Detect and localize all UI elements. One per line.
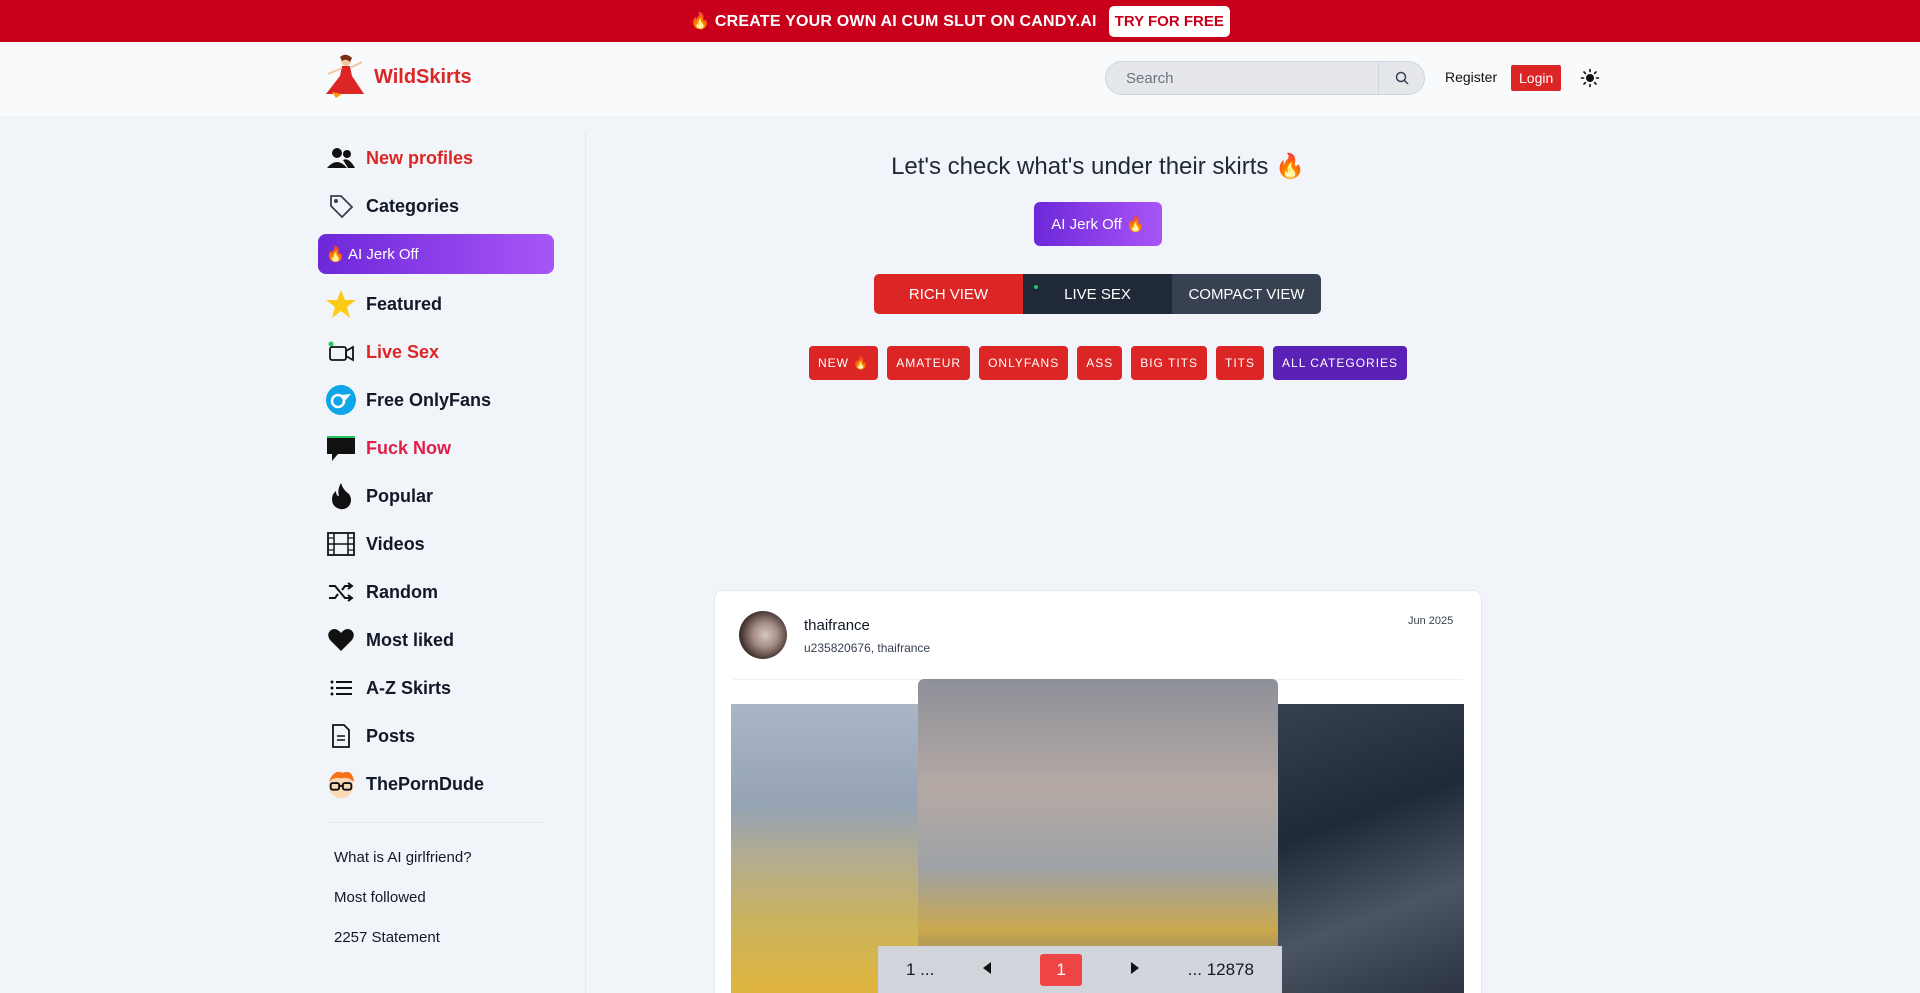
sidebar-item-label: ThePornDude [366,773,485,794]
page-headline: Let's check what's under their skirts 🔥 [891,153,1305,180]
sun-icon [1580,68,1600,88]
promo-banner[interactable]: 🔥 CREATE YOUR OWN AI CUM SLUT ON CANDY.A… [0,0,1920,42]
sidebar-item-posts[interactable]: Posts [318,712,554,760]
sidebar-item-fuck-now[interactable]: Fuck Now [318,424,554,472]
video-camera-icon [326,337,356,367]
heart-icon [326,625,356,655]
site-logo[interactable]: WildSkirts [322,54,472,100]
ai-jerk-off-button[interactable]: AI Jerk Off 🔥 [1034,202,1162,246]
register-link[interactable]: Register [1445,69,1497,85]
post-aliases: u235820676, thaifrance [804,641,931,655]
sidebar-item-label: Fuck Now [366,437,452,458]
flame-icon [326,481,356,511]
sidebar-item-label: Featured [366,293,443,314]
sidebar-item-featured[interactable]: Featured [318,280,554,328]
post-username[interactable]: thaifrance [804,617,870,634]
login-button[interactable]: Login [1511,65,1562,91]
promo-text[interactable]: 🔥 CREATE YOUR OWN AI CUM SLUT ON CANDY.A… [690,11,1097,31]
pagination-first[interactable]: 1 ... [906,960,934,980]
sidebar-item-theporndude[interactable]: ThePornDude [318,760,554,808]
sidebar-item-popular[interactable]: Popular [318,472,554,520]
sidebar-item-free-onlyfans[interactable]: Free OnlyFans [318,376,554,424]
category-tags: NEW 🔥 AMATEUR ONLYFANS ASS BIG TITS TITS… [809,346,1408,380]
sidebar-separator [585,132,586,993]
pagination: 1 ... 1 ... 12878 [878,946,1282,993]
sidebar-item-categories[interactable]: Categories [318,182,554,230]
sidebar-item-label: New profiles [366,147,474,168]
porndude-icon [326,769,356,799]
post-date: Jun 2025 [1408,615,1454,627]
theme-toggle[interactable] [1580,68,1600,88]
statement-2257-link[interactable]: 2257 Statement [318,917,554,957]
sidebar-item-a-z-skirts[interactable]: A-Z Skirts [318,664,554,712]
tag-big-tits[interactable]: BIG TITS [1131,346,1208,380]
pagination-next[interactable] [1129,960,1141,980]
ai-girlfriend-link[interactable]: What is AI girlfriend? [318,837,554,877]
sidebar-item-most-liked[interactable]: Most liked [318,616,554,664]
sidebar-item-label: Categories [366,195,460,216]
live-dot-icon [1034,285,1038,289]
tag-icon [326,191,356,221]
compact-view-tab[interactable]: COMPACT VIEW [1172,274,1321,314]
document-icon [326,721,356,751]
sidebar-item-videos[interactable]: Videos [318,520,554,568]
sidebar-item-label: Popular [366,485,434,506]
sidebar-item-live-sex[interactable]: Live Sex [318,328,554,376]
tag-new[interactable]: NEW 🔥 [809,346,879,380]
sidebar-item-label: Most liked [366,629,455,650]
live-sex-tab-label: LIVE SEX [1064,285,1131,303]
search-button[interactable] [1378,62,1424,94]
most-followed-link[interactable]: Most followed [318,877,554,917]
list-icon [326,673,356,703]
sidebar-item-ai-jerk-off[interactable]: 🔥 AI Jerk Off [318,234,554,274]
sidebar-item-label: Live Sex [366,341,440,362]
brand-name[interactable]: WildSkirts [374,66,472,89]
gallery-image-right[interactable] [1268,704,1464,993]
search-icon [1395,71,1409,85]
sidebar-divider [328,822,544,823]
sidebar-item-label: Random [366,581,438,602]
sidebar-item-label: A-Z Skirts [366,677,452,698]
onlyfans-icon [326,385,356,415]
star-icon [326,289,356,319]
try-for-free-button[interactable]: TRY FOR FREE [1108,5,1230,37]
sidebar-nav: New profiles Categories 🔥 AI Jerk Off Fe… [318,134,554,957]
live-sex-tab[interactable]: LIVE SEX [1023,274,1172,314]
chat-bubble-icon [326,433,356,463]
tag-tits[interactable]: TITS [1216,346,1265,380]
sidebar-item-label: Videos [366,533,425,554]
pagination-last[interactable]: ... 12878 [1188,960,1254,980]
avatar[interactable] [739,611,787,659]
sidebar-item-label: 🔥 AI Jerk Off [326,246,419,263]
sidebar-item-label: Free OnlyFans [366,389,492,410]
caret-left-icon [983,961,992,974]
rich-view-tab[interactable]: RICH VIEW [874,274,1023,314]
tag-amateur[interactable]: AMATEUR [887,346,971,380]
search-bar [1105,61,1425,95]
tag-ass[interactable]: ASS [1077,346,1123,380]
film-icon [326,529,356,559]
pagination-current[interactable]: 1 [1040,953,1083,986]
site-header: WildSkirts Register Login [0,42,1920,116]
pagination-prev[interactable] [981,960,993,980]
tag-onlyfans[interactable]: ONLYFANS [979,346,1069,380]
shuffle-icon [326,577,356,607]
users-icon [326,143,356,173]
view-switcher: RICH VIEW LIVE SEX COMPACT VIEW [874,274,1321,314]
tag-all-categories[interactable]: ALL CATEGORIES [1273,346,1408,380]
sidebar-item-new-profiles[interactable]: New profiles [318,134,554,182]
caret-right-icon [1130,961,1139,974]
logo-dancer-icon [322,54,364,100]
sidebar-item-random[interactable]: Random [318,568,554,616]
sidebar-item-label: Posts [366,725,416,746]
search-input[interactable] [1106,62,1378,94]
